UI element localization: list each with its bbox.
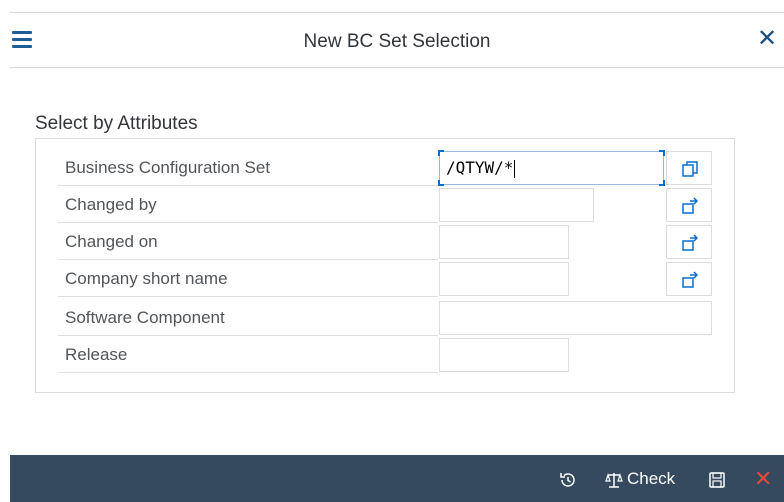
cancel-button[interactable]: ✕ — [754, 467, 772, 491]
label-release: Release — [58, 336, 438, 373]
dialog-title: New BC Set Selection — [303, 31, 491, 52]
release-input[interactable] — [439, 338, 569, 372]
multiple-selection-arrow-icon — [682, 234, 699, 251]
software-component-input[interactable] — [439, 301, 712, 335]
save-button[interactable] — [708, 467, 726, 491]
label-company-short-name: Company short name — [58, 260, 438, 297]
multiple-selection-arrow-icon — [682, 271, 699, 288]
text-cursor — [514, 159, 516, 178]
focus-corner — [438, 180, 444, 186]
changed-on-multiple-selection-button[interactable] — [666, 225, 712, 259]
section-title: Select by Attributes — [35, 113, 198, 134]
label-changed-on: Changed on — [58, 223, 438, 260]
changed-by-multiple-selection-button[interactable] — [666, 188, 712, 222]
changed-on-input[interactable] — [439, 225, 569, 259]
check-button[interactable]: Check — [604, 467, 675, 491]
close-icon[interactable]: ✕ — [756, 27, 778, 51]
balance-scale-icon — [605, 472, 623, 488]
label-software-component: Software Component — [58, 299, 438, 336]
label-business-configuration-set: Business Configuration Set — [58, 149, 438, 186]
multiple-selection-arrow-icon — [682, 197, 699, 214]
multiple-selection-icon — [682, 161, 698, 177]
company-short-name-input[interactable] — [439, 262, 569, 296]
focus-corner — [659, 150, 665, 156]
attributes-panel: Business Configuration Set /QTYW/* Chang… — [35, 138, 735, 393]
focus-corner — [659, 180, 665, 186]
dialog-title-bar: New BC Set Selection ✕ — [10, 12, 784, 68]
footer-toolbar: Check ✕ — [10, 455, 784, 502]
business-configuration-set-value: /QTYW/* — [446, 158, 514, 177]
business-configuration-set-multiple-selection-button[interactable] — [666, 151, 712, 185]
history-icon — [560, 472, 575, 487]
label-changed-by: Changed by — [58, 186, 438, 223]
business-configuration-set-input[interactable]: /QTYW/* — [438, 150, 665, 186]
save-icon — [709, 471, 725, 488]
company-short-name-multiple-selection-button[interactable] — [666, 262, 712, 296]
focus-corner — [438, 150, 444, 156]
history-button[interactable] — [558, 467, 578, 491]
check-button-label: Check — [627, 469, 676, 488]
changed-by-input[interactable] — [439, 188, 594, 222]
